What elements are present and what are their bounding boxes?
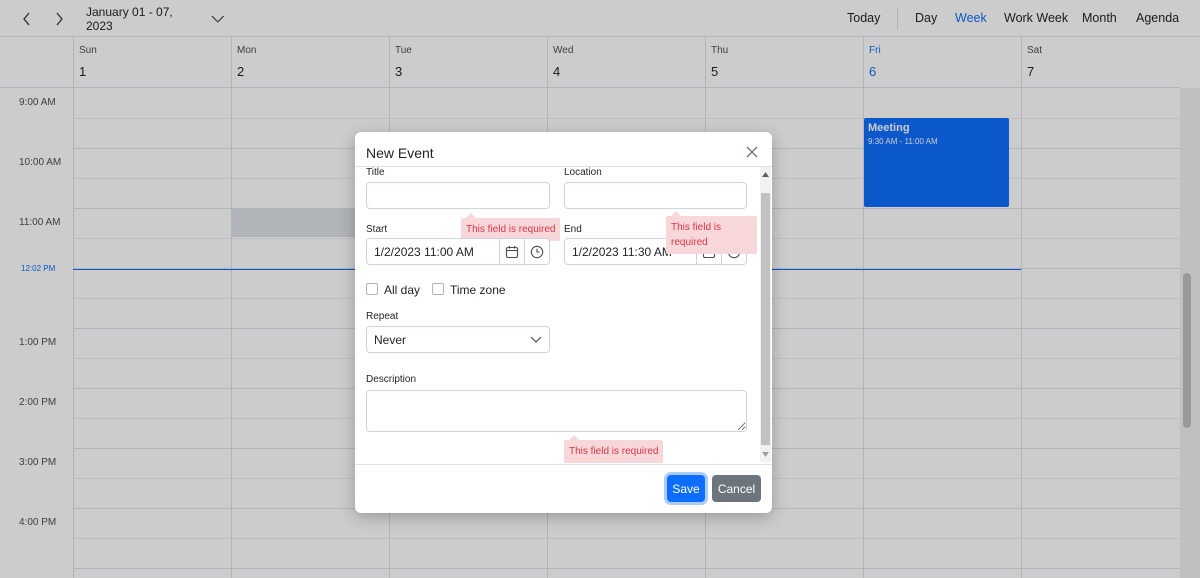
end-value: 1/2/2023 11:30 AM bbox=[572, 244, 672, 259]
title-label: Title bbox=[366, 167, 385, 178]
close-icon bbox=[746, 146, 758, 158]
cancel-button[interactable]: Cancel bbox=[712, 475, 761, 502]
clock-icon bbox=[530, 245, 544, 258]
dialog-footer-divider bbox=[355, 464, 772, 465]
location-input[interactable] bbox=[564, 182, 747, 209]
dialog-scrollbar-thumb[interactable] bbox=[761, 193, 770, 445]
description-textarea[interactable] bbox=[366, 390, 747, 432]
all-day-checkbox[interactable] bbox=[366, 283, 378, 295]
calendar-icon bbox=[505, 245, 519, 258]
dialog-title: New Event bbox=[366, 145, 434, 161]
title-input[interactable] bbox=[366, 182, 550, 209]
chevron-down-icon bbox=[530, 336, 542, 343]
location-error-tooltip: This field is required bbox=[666, 211, 757, 254]
time-zone-label[interactable]: Time zone bbox=[450, 283, 506, 297]
description-error-tooltip: This field is required bbox=[564, 435, 664, 463]
description-label: Description bbox=[366, 374, 417, 385]
start-time-button[interactable] bbox=[524, 239, 549, 264]
start-value: 1/2/2023 11:00 AM bbox=[374, 244, 474, 259]
all-day-label[interactable]: All day bbox=[384, 283, 420, 297]
end-label: End bbox=[564, 224, 582, 235]
start-label: Start bbox=[366, 224, 388, 235]
start-datetime-picker[interactable]: 1/2/2023 11:00 AM bbox=[366, 238, 550, 265]
dialog-scrollbar[interactable] bbox=[760, 167, 771, 462]
time-zone-checkbox[interactable] bbox=[432, 283, 444, 295]
new-event-dialog: New Event Title Location This field is r… bbox=[355, 132, 772, 513]
repeat-select[interactable]: Never bbox=[366, 326, 550, 353]
save-button[interactable]: Save bbox=[667, 475, 705, 502]
close-button[interactable] bbox=[744, 144, 760, 160]
description-error-text: This field is required bbox=[569, 446, 659, 457]
repeat-value: Never bbox=[374, 332, 407, 347]
title-error-text: This field is required bbox=[466, 224, 556, 235]
scroll-up-icon[interactable] bbox=[762, 172, 769, 177]
scroll-down-icon[interactable] bbox=[762, 452, 769, 457]
repeat-label: Repeat bbox=[366, 311, 399, 322]
location-error-text: This field is required bbox=[671, 222, 722, 248]
location-label: Location bbox=[564, 167, 602, 178]
start-calendar-button[interactable] bbox=[499, 239, 524, 264]
